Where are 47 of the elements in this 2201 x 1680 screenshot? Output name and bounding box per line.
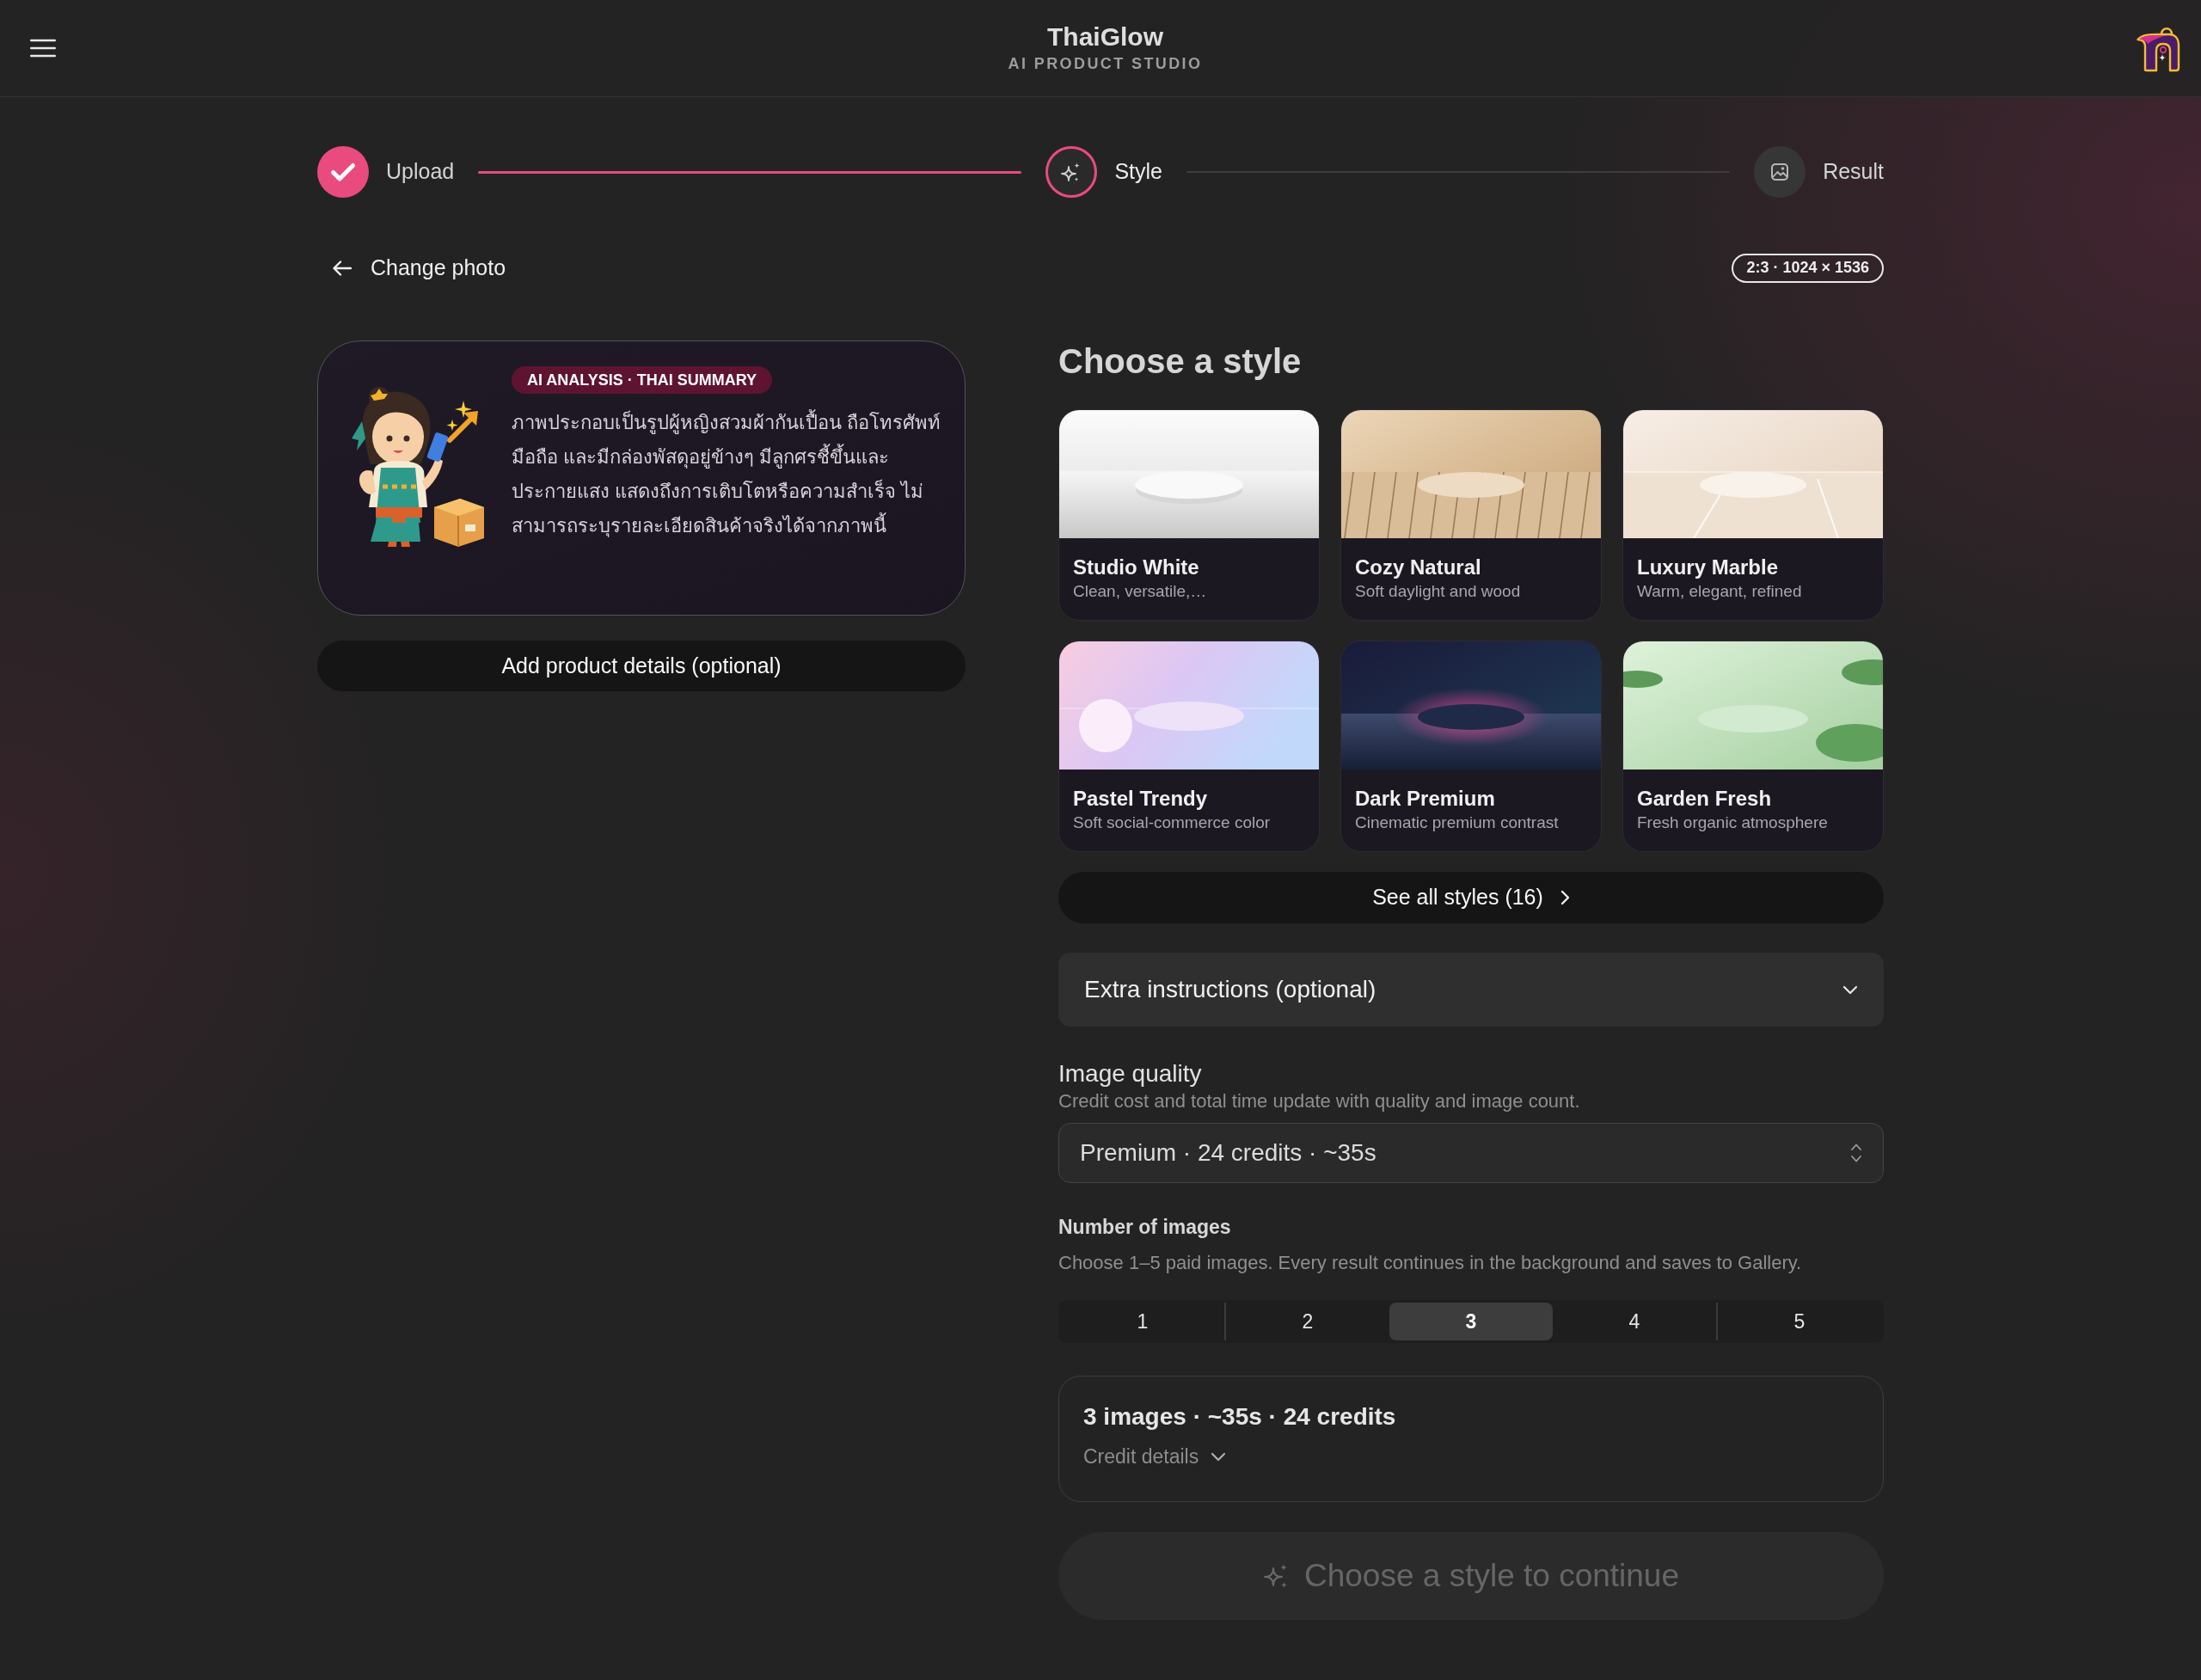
chevron-right-icon <box>1560 890 1570 905</box>
aspect-ratio-badge: 2:3 · 1024 × 1536 <box>1732 254 1884 283</box>
menu-icon[interactable] <box>30 39 56 58</box>
style-card[interactable]: Pastel Trendy Soft social-commerce color <box>1058 641 1320 852</box>
step-label: Upload <box>386 158 455 186</box>
field-help-text: Choose 1–5 paid images. Every result continues in the background and saves to Gallery. <box>1058 1251 1803 1275</box>
style-name: Dark Premium <box>1355 786 1496 812</box>
style-name: Studio White <box>1073 555 1200 580</box>
count-option[interactable]: 3 <box>1389 1303 1553 1340</box>
style-name: Garden Fresh <box>1637 786 1773 812</box>
field-help-text: Credit cost and total time update with quality and image count. <box>1058 1089 1581 1113</box>
extra-instructions-toggle[interactable]: Extra instructions (optional) <box>1058 953 1884 1027</box>
arrow-left-icon <box>333 261 352 276</box>
section-title: Choose a style <box>1058 341 1303 382</box>
field-label: Image quality <box>1058 1059 1203 1088</box>
quality-select[interactable]: Premium · 24 credits · ~35s <box>1058 1123 1884 1183</box>
count-option[interactable]: 1 <box>1061 1303 1224 1340</box>
style-name: Cozy Natural <box>1355 555 1482 580</box>
step-label: Style <box>1114 158 1162 186</box>
credit-details-toggle[interactable]: Credit details <box>1083 1442 1227 1472</box>
style-description: Soft social-commerce color <box>1073 812 1272 833</box>
change-photo-button[interactable]: Change photo <box>317 252 506 285</box>
style-name: Luxury Marble <box>1637 555 1780 580</box>
style-description: Soft daylight and wood <box>1355 581 1522 602</box>
count-option[interactable]: 5 <box>1716 1303 1881 1340</box>
style-card[interactable]: Studio White Clean, versatile,… <box>1058 409 1320 621</box>
analysis-summary: ภาพประกอบเป็นรูปผู้หญิงสวมผ้ากันเปื้อน ถือโทรศัพท์มือถือ และมีกล่องพัสดุอยู่ข้างๆ มีลูกศรชี้ขึ้นและประกายแสง แสดงถึงการเติบโตหรือความสำเร็จ ไม่สามารถระบุรายละเอียดสินค้าจริงได้จากภาพนี้ <box>512 406 949 544</box>
summary-text: 3 images · ~35s · 24 credits <box>1083 1402 1397 1432</box>
field-label: Number of images <box>1058 1215 1232 1240</box>
step-label: Result <box>1823 158 1884 186</box>
see-all-styles-button[interactable]: See all styles (16) <box>1058 872 1884 923</box>
style-card[interactable]: Luxury Marble Warm, elegant, refined <box>1622 409 1884 621</box>
style-description: Cinematic premium contrast <box>1355 812 1560 833</box>
sparkle-icon <box>1262 1563 1289 1589</box>
ai-analysis-badge: AI ANALYSIS · THAI SUMMARY <box>512 366 772 395</box>
count-option[interactable]: 4 <box>1553 1303 1716 1340</box>
add-details-button[interactable]: Add product details (optional) <box>317 641 966 691</box>
app-subtitle: AI PRODUCT STUDIO <box>1008 54 1203 75</box>
style-card[interactable]: Garden Fresh Fresh organic atmosphere <box>1622 641 1884 852</box>
style-description: Warm, elegant, refined <box>1637 581 1803 602</box>
chevron-updown-icon <box>1850 1143 1862 1163</box>
style-card[interactable]: Dark Premium Cinematic premium contrast <box>1340 641 1602 852</box>
style-description: Clean, versatile,… <box>1073 581 1208 602</box>
app-title: ThaiGlow <box>1046 21 1164 52</box>
style-card[interactable]: Cozy Natural Soft daylight and wood <box>1340 409 1602 621</box>
style-name: Pastel Trendy <box>1073 786 1209 812</box>
style-description: Fresh organic atmosphere <box>1637 812 1829 833</box>
